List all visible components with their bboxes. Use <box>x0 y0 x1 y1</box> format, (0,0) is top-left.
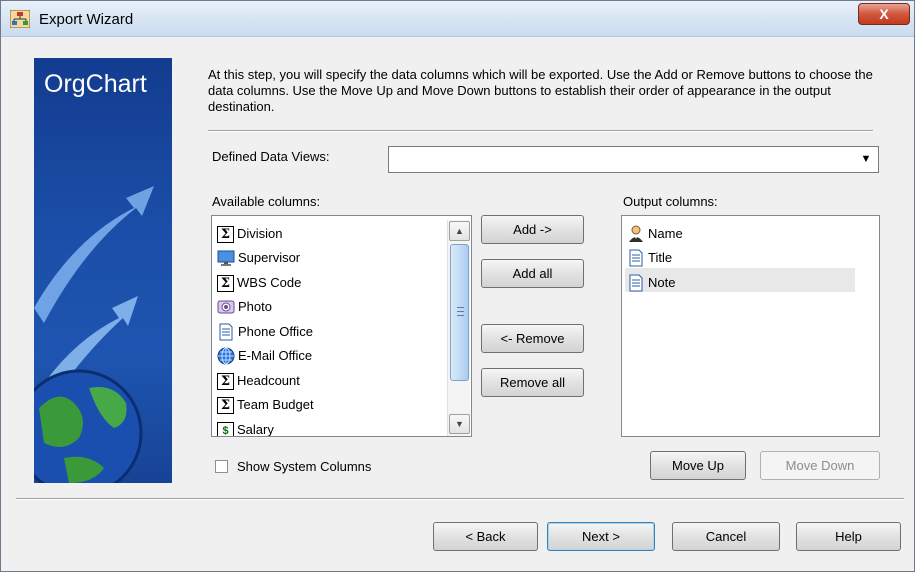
monitor-icon <box>217 250 235 266</box>
list-item-label: Phone Office <box>238 324 313 339</box>
list-item[interactable]: Σ Division <box>217 223 283 245</box>
defined-data-views-select[interactable]: ▼ <box>388 146 879 173</box>
close-icon: X <box>879 6 889 22</box>
window-title: Export Wizard <box>39 11 134 28</box>
sigma-icon: Σ <box>217 225 234 243</box>
list-item[interactable]: Σ Headcount <box>217 370 300 392</box>
list-item-label: Note <box>648 275 676 290</box>
list-item-label: Supervisor <box>238 250 301 265</box>
list-item-label: Team Budget <box>237 397 314 412</box>
available-columns-scrollbar[interactable]: ▲ ▼ <box>447 220 470 436</box>
scroll-up-button[interactable]: ▲ <box>449 221 470 241</box>
person-icon <box>629 225 643 242</box>
output-columns-label: Output columns: <box>623 194 718 209</box>
chevron-down-icon[interactable]: ▼ <box>856 149 876 170</box>
camera-icon <box>217 300 235 314</box>
list-item-label: Name <box>648 226 683 241</box>
add-all-button[interactable]: Add all <box>481 259 584 288</box>
list-item[interactable]: E-Mail Office <box>217 345 312 367</box>
list-item-label: Division <box>237 226 283 241</box>
dollar-icon: $ <box>217 421 234 436</box>
list-item-label: Headcount <box>237 373 300 388</box>
document-icon <box>629 274 643 292</box>
list-item-label: Salary <box>237 422 274 437</box>
list-item-label: Photo <box>238 299 272 314</box>
list-item-label: E-Mail Office <box>238 348 313 363</box>
defined-data-views-label: Defined Data Views: <box>212 149 330 164</box>
footer-divider <box>16 498 904 500</box>
cancel-button[interactable]: Cancel <box>672 522 780 551</box>
add-button[interactable]: Add -> <box>481 215 584 244</box>
available-columns-list[interactable]: Σ Division Supervisor Σ WBS Code Photo P… <box>211 215 472 437</box>
remove-button[interactable]: <- Remove <box>481 324 584 353</box>
list-item[interactable]: Supervisor <box>217 247 300 269</box>
sigma-icon: Σ <box>217 396 234 414</box>
list-item[interactable]: Title <box>627 247 672 269</box>
orgchart-banner: OrgChart <box>34 58 172 483</box>
show-system-columns-label: Show System Columns <box>237 459 372 474</box>
help-button[interactable]: Help <box>796 522 901 551</box>
scroll-thumb[interactable] <box>450 244 469 381</box>
arrows-globe-artwork <box>34 186 154 483</box>
list-item[interactable]: Name <box>627 223 683 245</box>
sigma-icon: Σ <box>217 274 234 292</box>
document-icon <box>629 249 643 267</box>
divider <box>208 130 873 132</box>
export-wizard-window: Export Wizard X OrgChart At this step, y… <box>0 0 915 572</box>
move-up-button[interactable]: Move Up <box>650 451 746 480</box>
scroll-down-button[interactable]: ▼ <box>449 414 470 434</box>
sigma-icon: Σ <box>217 372 234 390</box>
close-button[interactable]: X <box>858 3 910 25</box>
globe-icon <box>217 347 235 365</box>
grip-icon <box>457 307 464 316</box>
list-item[interactable]: Phone Office <box>217 321 313 343</box>
list-item[interactable]: Photo <box>217 296 272 318</box>
output-columns-list[interactable]: Name Title Note <box>621 215 880 437</box>
document-icon <box>219 323 233 341</box>
list-item[interactable]: Σ Team Budget <box>217 394 314 416</box>
remove-all-button[interactable]: Remove all <box>481 368 584 397</box>
list-item-label: WBS Code <box>237 275 302 290</box>
show-system-columns-checkbox[interactable] <box>215 460 228 473</box>
next-button[interactable]: Next > <box>547 522 655 551</box>
back-button[interactable]: < Back <box>433 522 538 551</box>
banner-title: OrgChart <box>44 70 147 98</box>
orgchart-app-icon <box>10 10 30 28</box>
list-item[interactable]: $ Salary <box>217 419 274 437</box>
available-columns-label: Available columns: <box>212 194 321 209</box>
intro-text: At this step, you will specify the data … <box>208 67 873 114</box>
list-item[interactable]: Note <box>627 272 675 294</box>
list-item-label: Title <box>648 250 673 265</box>
move-down-button[interactable]: Move Down <box>760 451 880 480</box>
title-bar: Export Wizard X <box>1 1 914 37</box>
list-item[interactable]: Σ WBS Code <box>217 272 301 294</box>
